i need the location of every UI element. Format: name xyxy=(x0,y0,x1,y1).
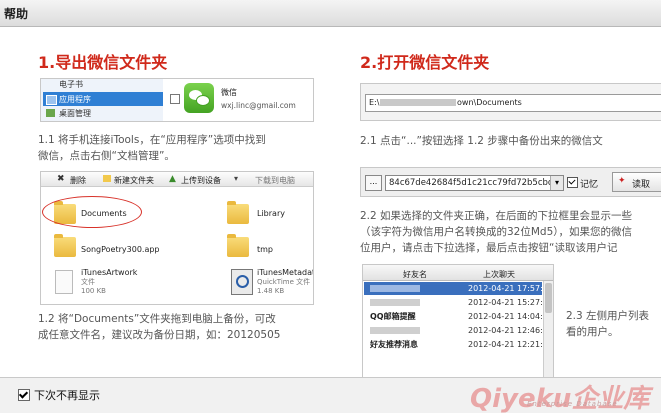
delete-icon: ✖ xyxy=(57,174,65,184)
folder-icon xyxy=(227,234,249,257)
file-itunesmetadata[interactable]: iTunesMetadat xyxy=(257,268,313,277)
watermark-tagline: Enterprise Database xyxy=(527,400,618,408)
col-last-chat[interactable]: 上次聊天 xyxy=(483,269,515,280)
step-2-2-line-3: 位用户，请点击下拉选择，最后点击按钮“读取该用户记 xyxy=(360,242,618,254)
user-select-screenshot: ... 84c67de42684f5d1c21cc79fd72b5cbc ▾ 记… xyxy=(360,167,661,197)
upload-button[interactable]: 上传到设备 xyxy=(181,175,221,186)
friend-row[interactable]: 2012-04-21 15:27:34 xyxy=(364,296,553,309)
path-suffix: own\Documents xyxy=(457,98,522,107)
help-content: 1.导出微信文件夹 电子书 应用程序 桌面管理 微信 wxj.linc@gmai… xyxy=(0,27,661,377)
app-name: 微信 xyxy=(221,88,237,97)
file-itunesartwork-size: 100 KB xyxy=(81,287,106,295)
window-titlebar: 帮助 xyxy=(0,0,661,27)
friend-list-screenshot: 好友名 上次聊天 2012-04-21 17:57:20 2012-04-21 … xyxy=(362,264,554,377)
highlight-ellipse xyxy=(42,196,142,228)
new-folder-button[interactable]: 新建文件夹 xyxy=(114,175,154,186)
friend-row[interactable]: 好友推荐消息 2012-04-21 12:21:22 xyxy=(364,338,553,351)
step-2-2-line-2: （该字符为微信用户名转换成的32位Md5），如果您的微信 xyxy=(360,226,633,238)
file-icon xyxy=(55,270,73,294)
file-tmp[interactable]: tmp xyxy=(257,245,273,254)
file-itunesmetadata-size: 1.48 KB xyxy=(257,287,285,295)
read-button[interactable]: ✦ 读取 xyxy=(612,172,661,192)
file-library[interactable]: Library xyxy=(257,209,285,218)
step-1-1-line-1: 1.1 将手机连接iTools，在“应用程序”选项中找到 xyxy=(38,134,266,146)
download-button[interactable]: 下载到电脑 xyxy=(255,175,295,186)
section-2-heading: 2.打开微信文件夹 xyxy=(360,53,490,72)
path-input[interactable]: E:\ own\Documents xyxy=(365,94,661,112)
browse-button[interactable]: ... xyxy=(365,175,382,191)
step-2-3-line-2: 看的用户。 xyxy=(566,326,619,338)
redacted-path xyxy=(380,99,456,106)
nav-applications: 应用程序 xyxy=(59,95,91,104)
friend-row[interactable]: 2012-04-21 17:57:20 xyxy=(364,282,553,295)
nav-desktop: 桌面管理 xyxy=(59,109,91,118)
path-prefix: E:\ xyxy=(369,98,380,107)
wechat-app-icon xyxy=(184,83,214,113)
read-label: 读取 xyxy=(632,180,651,190)
step-2-3-line-1: 2.3 左侧用户列表 xyxy=(566,310,650,322)
nav-ebook: 电子书 xyxy=(59,80,83,89)
folder-icon xyxy=(227,201,249,224)
file-manager-screenshot: ✖ 删除 新建文件夹 ▲ 上传到设备 ▾ 下载到电脑 Documents Lib… xyxy=(40,171,314,305)
dont-show-again-checkbox[interactable] xyxy=(18,389,30,401)
app-account: wxj.linc@gmail.com xyxy=(221,101,296,110)
file-songpoetry[interactable]: SongPoetry300.app xyxy=(81,245,160,254)
path-screenshot: E:\ own\Documents xyxy=(360,83,661,121)
user-hash-value: 84c67de42684f5d1c21cc79fd72b5cbc xyxy=(389,178,553,188)
friend-list-scrollbar[interactable] xyxy=(543,281,553,377)
col-friend-name[interactable]: 好友名 xyxy=(403,269,427,280)
chevron-down-icon: ▾ xyxy=(234,174,239,183)
step-2-1-text: 2.1 点击“...”按钮选择 1.2 步骤中备份出来的微信文 xyxy=(360,135,603,147)
file-itunesartwork-type: 文件 xyxy=(81,278,95,286)
read-icon: ✦ xyxy=(618,176,626,186)
upload-icon: ▲ xyxy=(169,174,176,184)
step-1-2-line-1: 1.2 将“Documents”文件夹拖到电脑上备份，可改 xyxy=(38,313,276,325)
app-checkbox[interactable] xyxy=(170,94,180,104)
chevron-down-icon[interactable]: ▾ xyxy=(550,176,563,190)
remember-checkbox[interactable] xyxy=(567,177,578,188)
step-1-2-line-2: 成任意文件名，建议改为备份日期，如：20120505 xyxy=(38,329,281,341)
new-folder-icon xyxy=(103,175,111,182)
delete-button[interactable]: 删除 xyxy=(70,175,86,186)
folder-icon xyxy=(54,234,76,257)
remember-label: 记忆 xyxy=(580,180,599,190)
step-2-2-line-1: 2.2 如果选择的文件夹正确，在后面的下拉框里会显示一些 xyxy=(360,210,633,222)
friend-row[interactable]: QQ邮箱提醒 2012-04-21 14:04:07 xyxy=(364,310,553,323)
window-title: 帮助 xyxy=(4,7,29,21)
file-itunesartwork[interactable]: iTunesArtwork xyxy=(81,268,137,277)
dont-show-again-label[interactable]: 下次不再显示 xyxy=(34,387,100,403)
quicktime-file-icon xyxy=(231,269,253,295)
file-itunesmetadata-type: QuickTime 文件 xyxy=(257,278,311,286)
section-1-heading: 1.导出微信文件夹 xyxy=(38,53,168,72)
friend-row[interactable]: 2012-04-21 12:46:57 xyxy=(364,324,553,337)
user-hash-select[interactable]: 84c67de42684f5d1c21cc79fd72b5cbc ▾ xyxy=(385,175,564,191)
watermark-logo: Qiyeku企业库 xyxy=(470,384,650,414)
step-1-1-line-2: 微信，点击右侧“文档管理”。 xyxy=(38,150,175,162)
dialog-footer: 下次不再显示 Qiyeku企业库 Enterprise Database xyxy=(0,377,661,414)
itools-app-screenshot: 电子书 应用程序 桌面管理 微信 wxj.linc@gmail.com xyxy=(40,78,314,122)
